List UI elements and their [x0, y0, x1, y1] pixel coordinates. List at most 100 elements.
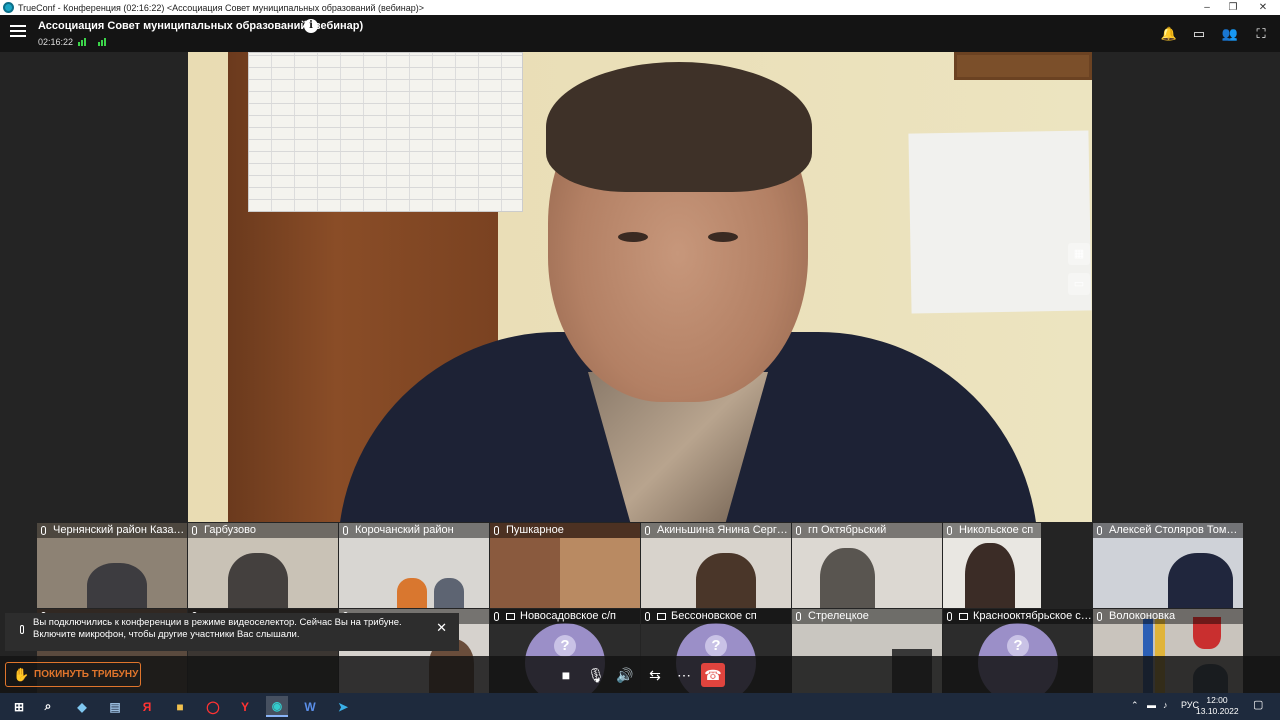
word-icon[interactable]: W [299, 696, 321, 717]
maximize-button[interactable]: ❐ [1216, 0, 1250, 15]
microphone-icon [947, 526, 952, 535]
microphone-icon [1097, 526, 1102, 535]
speaker-hair [546, 62, 812, 192]
windows-taskbar: ⊞ ⌕ ◆ ▤ Я ■ ◯ Y ◉ W ➤ ⌃ ▬ ♪ РУС 12:00 13… [0, 693, 1280, 720]
close-window-button[interactable]: ✕ [1246, 0, 1280, 15]
camera-off-icon [506, 613, 515, 620]
participant-video [434, 578, 464, 608]
yandex-browser-icon[interactable]: Y [234, 696, 256, 717]
telegram-icon[interactable]: ➤ [332, 696, 354, 717]
more-options-icon[interactable]: ⋯ [672, 663, 696, 687]
conference-elapsed-time: 02:16:22 [38, 37, 74, 47]
camera-off-icon [657, 613, 666, 620]
participant-name: Акиньшина Янина Сергеевна [657, 524, 791, 536]
participants-icon[interactable]: 👥 [1221, 25, 1239, 43]
app-icon[interactable]: ◆ [71, 696, 93, 717]
network-signal-icon [98, 36, 108, 46]
hamburger-menu-icon[interactable] [10, 25, 26, 39]
tray-volume-icon[interactable]: ♪ [1163, 700, 1168, 710]
notifications-center-icon[interactable]: ▢ [1253, 698, 1263, 711]
unknown-user-icon: ? [705, 635, 727, 657]
participant-name: гп Октябрьский [808, 524, 887, 536]
participant-video [696, 553, 756, 608]
app-icon[interactable]: ▤ [104, 696, 126, 717]
trueconf-taskbar-icon[interactable]: ◉ [266, 696, 288, 717]
participant-tile[interactable]: Никольское сп [943, 523, 1041, 608]
tray-chevron-icon[interactable]: ⌃ [1131, 700, 1139, 711]
participant-tile[interactable]: Акиньшина Янина Сергеевна [641, 523, 791, 608]
microphone-icon [192, 526, 197, 535]
participant-name: Краснооктябрьское сельское поселение [973, 610, 1093, 622]
participant-name: Стрелецкое [808, 610, 869, 622]
taskbar-clock[interactable]: 12:00 13.10.2022 [1196, 695, 1239, 717]
microphone-off-icon [947, 612, 952, 621]
participant-video [1168, 553, 1233, 608]
bell-icon[interactable]: 🔔 [1160, 25, 1178, 43]
trueconf-app-icon [3, 2, 14, 13]
unknown-user-icon: ? [1007, 635, 1029, 657]
search-icon[interactable]: ⌕ [37, 696, 59, 717]
notification-line-2: Включите микрофон, чтобы другие участник… [33, 629, 300, 640]
background-frame [954, 52, 1092, 80]
leave-podium-label: ПОКИНУТЬ ТРИБУНУ [34, 669, 139, 680]
microphone-icon [796, 612, 801, 621]
fullscreen-icon[interactable]: ⛶ [1252, 25, 1270, 43]
window-title: TrueConf - Конференция (02:16:22) <Ассоц… [18, 2, 425, 13]
participant-tile[interactable]: Алексей Столяров Томаровка [1093, 523, 1243, 608]
participant-video [965, 543, 1015, 608]
speaker-volume-icon[interactable]: 🔊 [613, 663, 637, 687]
background-poster [248, 52, 523, 212]
camera-switch-icon[interactable]: ▭ [1068, 273, 1090, 295]
hang-up-button[interactable]: ☎ [701, 663, 725, 687]
window-titlebar: TrueConf - Конференция (02:16:22) <Ассоц… [0, 0, 1280, 15]
microphone-muted-icon[interactable]: 🎙 [584, 663, 608, 687]
microphone-off-icon [645, 612, 650, 621]
clock-time: 12:00 [1206, 695, 1228, 705]
microphone-off-icon [494, 612, 499, 621]
microphone-icon [796, 526, 801, 535]
conference-window: ▦ ▭ Ассоциация Совет муниципальных образ… [0, 15, 1280, 694]
screen-share-icon[interactable]: ⇆ [643, 663, 667, 687]
microphone-icon [41, 526, 46, 535]
chat-icon[interactable]: ▭ [1190, 25, 1208, 43]
call-controls-bar: ✋ ПОКИНУТЬ ТРИБУНУ ■ 🎙 🔊 ⇆ ⋯ ☎ [0, 656, 1280, 693]
participant-name: Волоконовка [1109, 610, 1176, 622]
participant-name: Чернянский район Казачья [53, 524, 187, 536]
microphone-icon [1097, 612, 1102, 621]
participant-video [87, 563, 147, 608]
participant-name: Бессоновское сп [671, 610, 757, 622]
conference-topbar: Ассоциация Совет муниципальных образован… [0, 15, 1280, 52]
participant-name: Корочанский район [355, 524, 454, 536]
tray-network-icon[interactable]: ▬ [1147, 700, 1156, 710]
participant-video [397, 578, 427, 608]
participant-tile[interactable]: Пушкарное [490, 523, 640, 608]
network-signal-icon [78, 36, 88, 46]
microphone-icon [645, 526, 650, 535]
leave-podium-button[interactable]: ✋ ПОКИНУТЬ ТРИБУНУ [5, 662, 141, 687]
yandex-icon[interactable]: Я [136, 696, 158, 717]
windows-start-icon[interactable]: ⊞ [8, 696, 30, 717]
folder-icon[interactable]: ■ [169, 696, 191, 717]
main-speaker-video[interactable] [188, 52, 1092, 522]
participant-video [228, 553, 288, 608]
opera-icon[interactable]: ◯ [202, 696, 224, 717]
microphone-icon [494, 526, 499, 535]
participant-tile[interactable]: гп Октябрьский [792, 523, 942, 608]
participant-tile[interactable]: Гарбузово [188, 523, 338, 608]
background-paper [908, 130, 1092, 314]
podium-icon: ✋ [13, 667, 30, 682]
speaker-eye-left [618, 232, 648, 242]
participant-name: Алексей Столяров Томаровка [1109, 524, 1243, 536]
podium-notification: Вы подключились к конференции в режиме в… [5, 613, 459, 651]
info-icon[interactable]: i [304, 19, 318, 33]
participant-name: Новосадовское с/п [520, 610, 617, 622]
microphone-icon [343, 526, 348, 535]
speaker-eye-right [708, 232, 738, 242]
close-notification-button[interactable]: ✕ [436, 621, 447, 634]
participant-tile[interactable]: Корочанский район [339, 523, 489, 608]
camera-icon[interactable]: ■ [554, 663, 578, 687]
notification-line-1: Вы подключились к конференции в режиме в… [33, 617, 402, 628]
participant-tile[interactable]: Чернянский район Казачья [37, 523, 187, 608]
participant-name: Никольское сп [959, 524, 1034, 536]
layout-grid-icon[interactable]: ▦ [1068, 243, 1090, 265]
